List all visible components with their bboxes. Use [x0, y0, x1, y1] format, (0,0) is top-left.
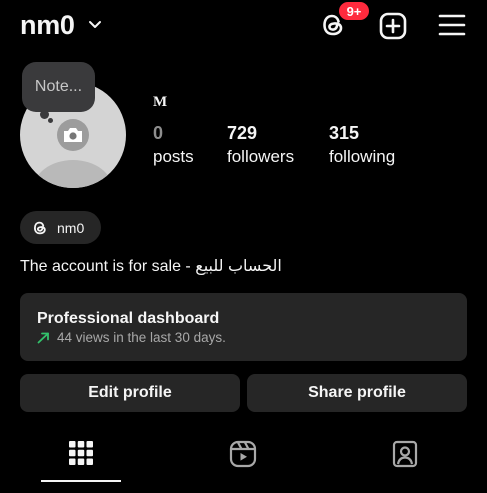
professional-dashboard-card[interactable]: Professional dashboard 44 views in the l…	[20, 293, 467, 361]
tab-reels[interactable]	[162, 440, 324, 482]
following-label[interactable]: following	[329, 147, 395, 167]
menu-button[interactable]	[438, 13, 466, 37]
threads-icon	[33, 221, 46, 234]
active-tab-indicator	[41, 480, 121, 482]
display-name: M	[153, 94, 168, 110]
edit-profile-button[interactable]: Edit profile	[20, 374, 240, 412]
dashboard-subtitle: 44 views in the last 30 days.	[57, 330, 226, 345]
tagged-person-icon	[392, 440, 418, 468]
note-bubble[interactable]: Note...	[22, 62, 95, 112]
followers-count[interactable]: 729	[227, 123, 257, 144]
chevron-down-icon[interactable]	[88, 20, 102, 30]
threads-chip-label: nm0	[57, 219, 85, 236]
grid-icon	[69, 441, 93, 465]
note-bubble-tail	[40, 110, 49, 119]
share-profile-button[interactable]: Share profile	[247, 374, 467, 412]
bio-text: The account is for sale - الحساب للبيع	[20, 258, 282, 275]
add-photo-button[interactable]	[57, 119, 89, 151]
avatar-placeholder-silhouette	[33, 160, 113, 188]
camera-icon	[64, 128, 82, 142]
following-count[interactable]: 315	[329, 123, 359, 144]
tab-posts-grid[interactable]	[0, 440, 162, 482]
followers-label[interactable]: followers	[227, 147, 294, 167]
tab-tagged[interactable]	[324, 440, 486, 482]
trend-up-arrow-icon	[37, 332, 49, 343]
plus-square-icon	[379, 12, 407, 40]
posts-count: 0	[153, 123, 164, 143]
create-button[interactable]	[378, 11, 408, 41]
posts-label: posts	[153, 147, 194, 166]
notification-badge: 9+	[337, 0, 371, 22]
threads-profile-chip[interactable]: nm0	[20, 211, 101, 244]
hamburger-menu-icon	[438, 14, 466, 36]
reels-icon	[229, 440, 257, 468]
dashboard-title: Professional dashboard	[37, 310, 220, 327]
note-bubble-tail-dot	[48, 118, 53, 123]
username-title[interactable]: nm0	[20, 10, 75, 41]
dashboard-stats: 44 views in the last 30 days.	[37, 330, 467, 345]
